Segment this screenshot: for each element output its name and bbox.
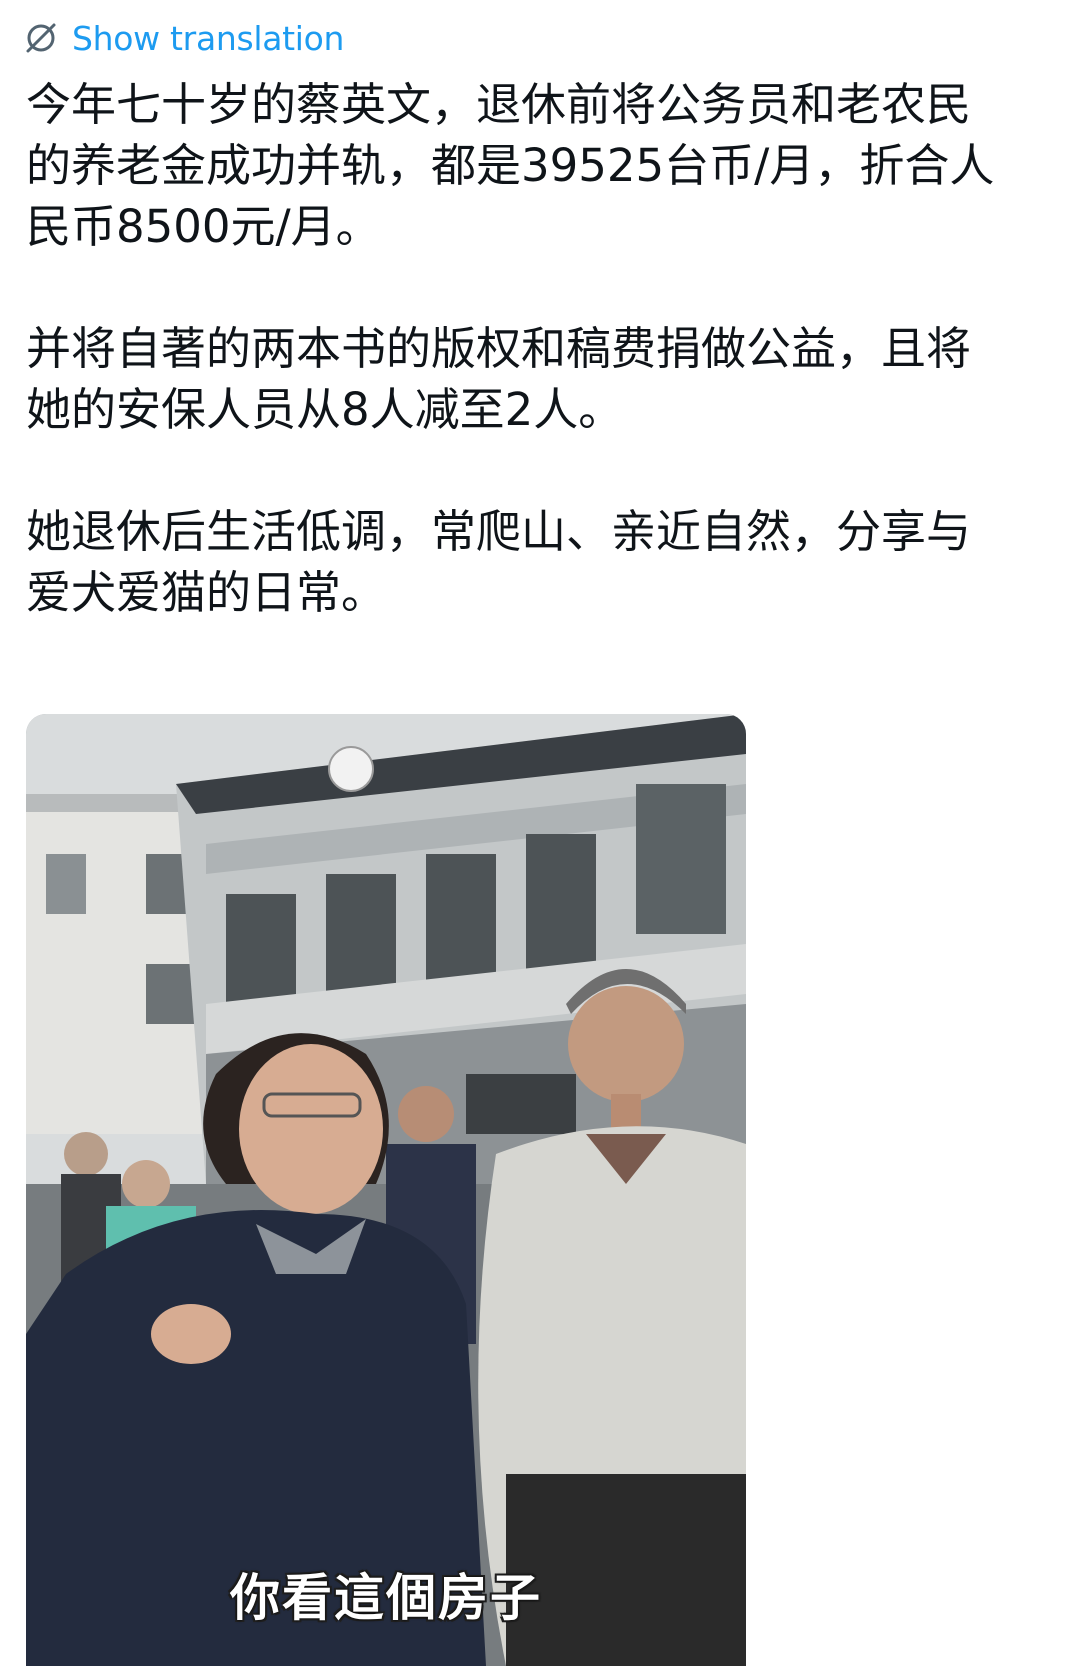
video-subtitle: 你看這個房子 (230, 1569, 542, 1627)
show-translation-link[interactable]: Show translation (24, 14, 344, 62)
street-scene-photo (26, 714, 746, 1666)
post-body: 今年七十岁的蔡英文，退休前将公务员和老农民 的养老金成功并轨，都是39525台币… (26, 74, 1026, 684)
post-paragraph: 今年七十岁的蔡英文，退休前将公务员和老农民 的养老金成功并轨，都是39525台币… (26, 78, 995, 253)
post-paragraph: 她退休后生活低调，常爬山、亲近自然，分享与 爱犬爱猫的日常。 (26, 505, 972, 619)
post-paragraph: 并将自著的两本书的版权和稿费捐做公益，且将 她的安保人员从8人减至2人。 (26, 322, 972, 436)
post-video-thumbnail[interactable]: 你看這個房子 (26, 714, 746, 1666)
globe-slash-icon (24, 21, 58, 55)
show-translation-label: Show translation (72, 18, 345, 58)
